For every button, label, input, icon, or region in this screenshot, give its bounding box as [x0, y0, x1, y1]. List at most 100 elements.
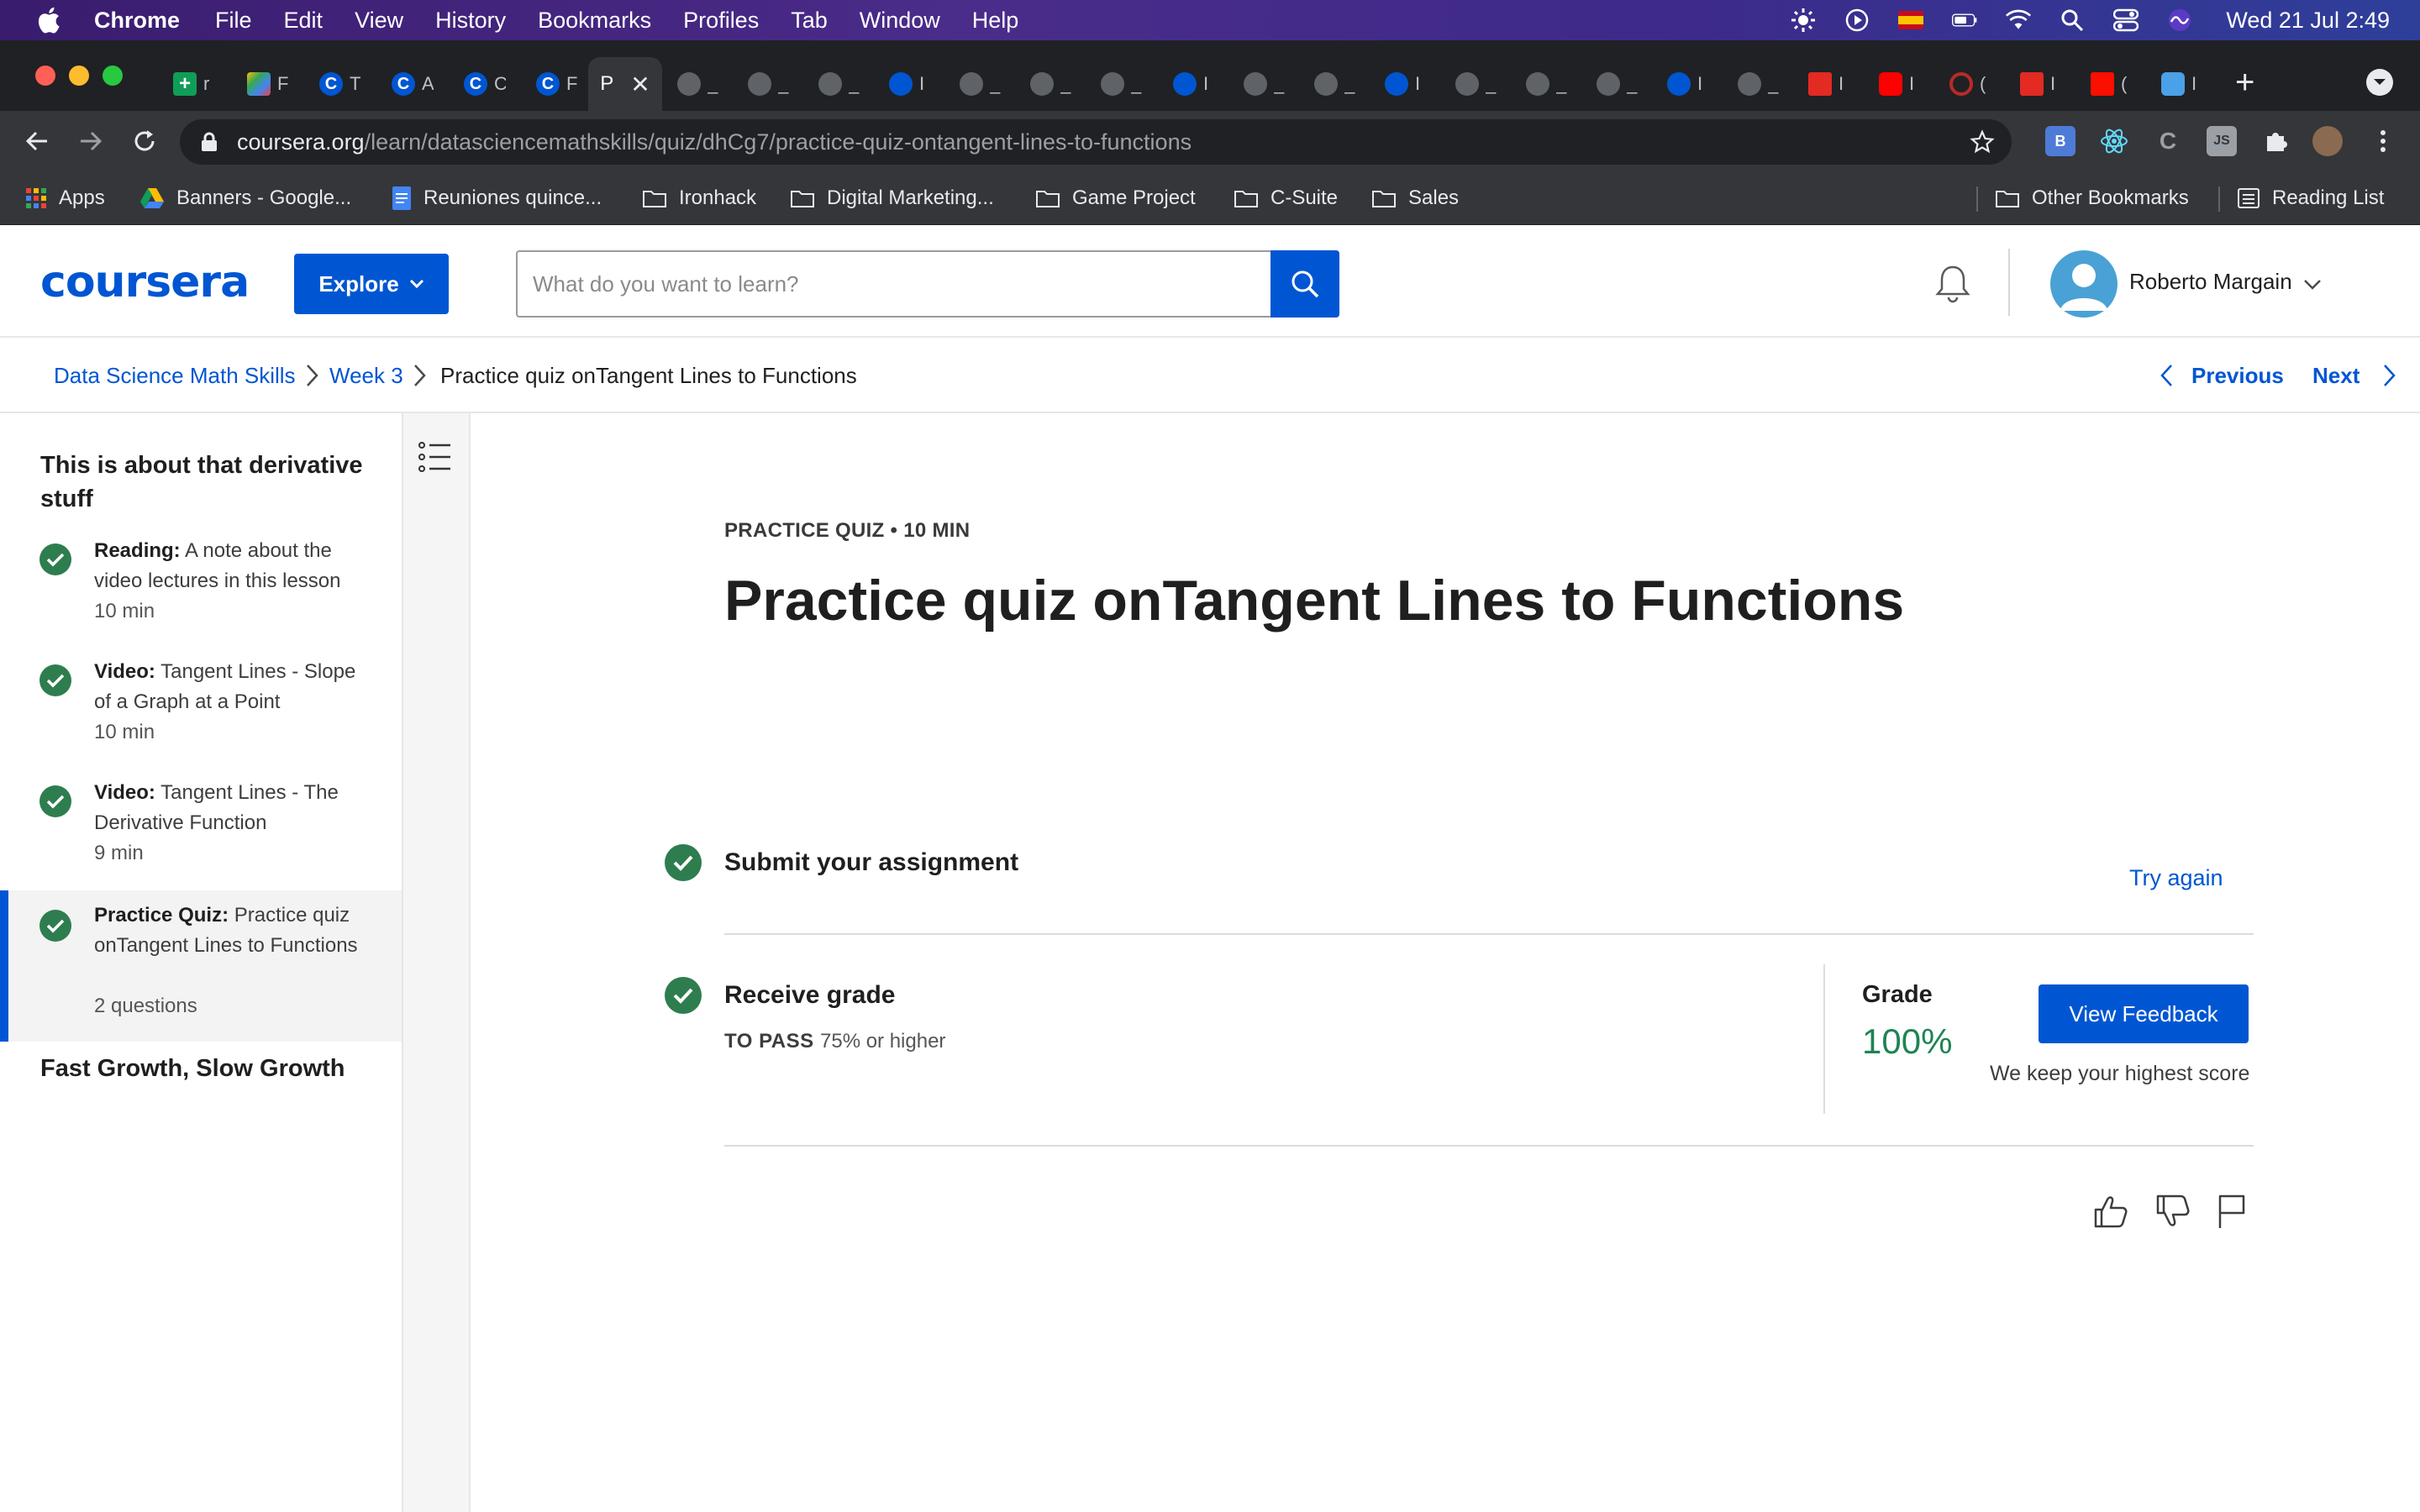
wifi-icon[interactable] — [2006, 8, 2032, 33]
browser-tab-active[interactable]: P ✕ — [588, 57, 662, 111]
browser-tab[interactable]: I — [1662, 57, 1714, 111]
extension-c-icon[interactable]: C — [2153, 126, 2183, 156]
previous-link[interactable]: Previous — [2191, 363, 2284, 389]
profile-avatar-icon[interactable] — [2312, 126, 2343, 156]
close-tab-icon[interactable]: ✕ — [630, 71, 650, 98]
view-feedback-button[interactable]: View Feedback — [2039, 984, 2249, 1043]
react-devtools-icon[interactable] — [2099, 126, 2129, 156]
browser-tab[interactable]: _ — [1096, 57, 1148, 111]
explore-button[interactable]: Explore — [294, 254, 449, 314]
browser-tab[interactable]: _ — [672, 57, 724, 111]
sidebar-item-video[interactable]: Video: Tangent Lines - Slope of a Graph … — [0, 657, 402, 758]
extension-js-icon[interactable]: JS — [2207, 126, 2237, 156]
spain-flag-icon[interactable] — [1898, 8, 1924, 33]
browser-tab[interactable]: C F — [528, 57, 587, 111]
browser-tab[interactable]: C T — [311, 57, 370, 111]
browser-tab[interactable]: C A — [383, 57, 442, 111]
chrome-menu-icon[interactable] — [2368, 126, 2398, 156]
user-avatar[interactable] — [2050, 250, 2118, 318]
browser-tab[interactable]: I — [1803, 57, 1855, 111]
spotlight-search-icon[interactable] — [2060, 8, 2085, 33]
bookmark-reuniones[interactable]: Reuniones quince... — [392, 181, 602, 215]
apple-icon[interactable] — [35, 6, 60, 34]
menu-tab[interactable]: Tab — [791, 8, 828, 34]
siri-icon[interactable] — [2167, 8, 2192, 33]
bookmark-banners[interactable]: Banners - Google... — [139, 181, 351, 215]
battery-icon[interactable] — [1952, 8, 1977, 33]
browser-tab[interactable]: _ — [1521, 57, 1573, 111]
menu-file[interactable]: File — [215, 8, 252, 34]
menu-bookmarks[interactable]: Bookmarks — [538, 8, 651, 34]
reload-icon[interactable] — [126, 123, 163, 160]
try-again-link[interactable]: Try again — [2129, 865, 2223, 891]
menu-profiles[interactable]: Profiles — [683, 8, 759, 34]
browser-tab[interactable]: + r — [165, 57, 224, 111]
bookmark-star-icon[interactable] — [1970, 129, 1995, 155]
bookmark-folder-game-project[interactable]: Game Project — [1035, 181, 1196, 215]
new-tab-button[interactable]: + — [2235, 66, 2254, 99]
sidebar-item-practice-quiz[interactable]: Practice Quiz: Practice quiz onTangent L… — [0, 890, 402, 1042]
browser-tab[interactable]: ( — [1944, 57, 1996, 111]
breadcrumb-course[interactable]: Data Science Math Skills — [54, 363, 296, 389]
forward-arrow-icon[interactable] — [72, 123, 109, 160]
extension-b-icon[interactable]: B — [2045, 126, 2075, 156]
back-arrow-icon[interactable] — [18, 123, 55, 160]
browser-tab[interactable]: _ — [1591, 57, 1644, 111]
browser-tab[interactable]: I — [1874, 57, 1926, 111]
bookmark-reading-list[interactable]: Reading List — [2237, 181, 2384, 215]
chevron-left-icon[interactable] — [2156, 363, 2178, 388]
browser-tab[interactable]: _ — [1450, 57, 1502, 111]
menu-app-chrome[interactable]: Chrome — [94, 8, 180, 34]
browser-tab[interactable]: C C — [455, 57, 514, 111]
browser-tab[interactable]: _ — [743, 57, 795, 111]
zoom-window-button[interactable] — [103, 66, 123, 86]
search-button[interactable] — [1270, 250, 1339, 318]
menu-window[interactable]: Window — [860, 8, 940, 34]
flag-icon[interactable] — [2213, 1193, 2250, 1230]
list-toggle-icon[interactable] — [417, 438, 454, 475]
sidebar-item-reading[interactable]: Reading: A note about the video lectures… — [0, 536, 402, 637]
browser-tab[interactable]: ( — [2086, 57, 2138, 111]
browser-tab[interactable]: _ — [1025, 57, 1077, 111]
browser-tab[interactable]: _ — [813, 57, 865, 111]
close-window-button[interactable] — [35, 66, 55, 86]
browser-tab[interactable]: F — [239, 57, 297, 111]
menubar-clock[interactable]: Wed 21 Jul 2:49 — [2226, 8, 2390, 34]
notification-bell-icon[interactable] — [1931, 262, 1975, 306]
user-name[interactable]: Roberto Margain — [2129, 269, 2292, 295]
browser-tab[interactable]: I — [2015, 57, 2067, 111]
extensions-puzzle-icon[interactable] — [2260, 126, 2291, 156]
browser-tab[interactable]: _ — [1309, 57, 1361, 111]
browser-tab[interactable]: I — [1168, 57, 1220, 111]
thumbs-down-icon[interactable] — [2154, 1193, 2191, 1230]
browser-tab[interactable]: _ — [1733, 57, 1785, 111]
bookmark-folder-digital-marketing[interactable]: Digital Marketing... — [790, 181, 994, 215]
bookmark-apps[interactable]: Apps — [25, 181, 105, 215]
address-bar[interactable]: coursera.org/learn/datasciencemathskills… — [180, 119, 2012, 165]
thumbs-up-icon[interactable] — [2092, 1193, 2129, 1230]
browser-tab[interactable]: _ — [955, 57, 1007, 111]
next-link[interactable]: Next — [2312, 363, 2360, 389]
coursera-logo[interactable]: coursera — [40, 257, 250, 307]
browser-tab[interactable]: I — [884, 57, 936, 111]
browser-tab[interactable]: _ — [1239, 57, 1291, 111]
menu-edit[interactable]: Edit — [284, 8, 324, 34]
sun-status-icon[interactable] — [1791, 8, 1816, 33]
menu-view[interactable]: View — [355, 8, 403, 34]
tab-search-icon[interactable] — [2366, 69, 2393, 96]
bookmark-folder-c-suite[interactable]: C-Suite — [1234, 181, 1338, 215]
minimize-window-button[interactable] — [69, 66, 89, 86]
bookmark-other-bookmarks[interactable]: Other Bookmarks — [1995, 181, 2189, 215]
sidebar-item-video[interactable]: Video: Tangent Lines - The Derivative Fu… — [0, 778, 402, 879]
chevron-down-icon[interactable] — [2301, 272, 2324, 296]
bookmark-folder-ironhack[interactable]: Ironhack — [642, 181, 756, 215]
browser-tab[interactable]: I — [1380, 57, 1432, 111]
lock-icon[interactable] — [198, 131, 220, 153]
search-input[interactable] — [533, 252, 1255, 316]
bookmark-folder-sales[interactable]: Sales — [1371, 181, 1459, 215]
browser-tab[interactable]: I — [2156, 57, 2208, 111]
chevron-right-icon[interactable] — [2378, 363, 2400, 388]
breadcrumb-week[interactable]: Week 3 — [329, 363, 403, 389]
control-center-icon[interactable] — [2113, 8, 2139, 33]
menu-history[interactable]: History — [435, 8, 506, 34]
